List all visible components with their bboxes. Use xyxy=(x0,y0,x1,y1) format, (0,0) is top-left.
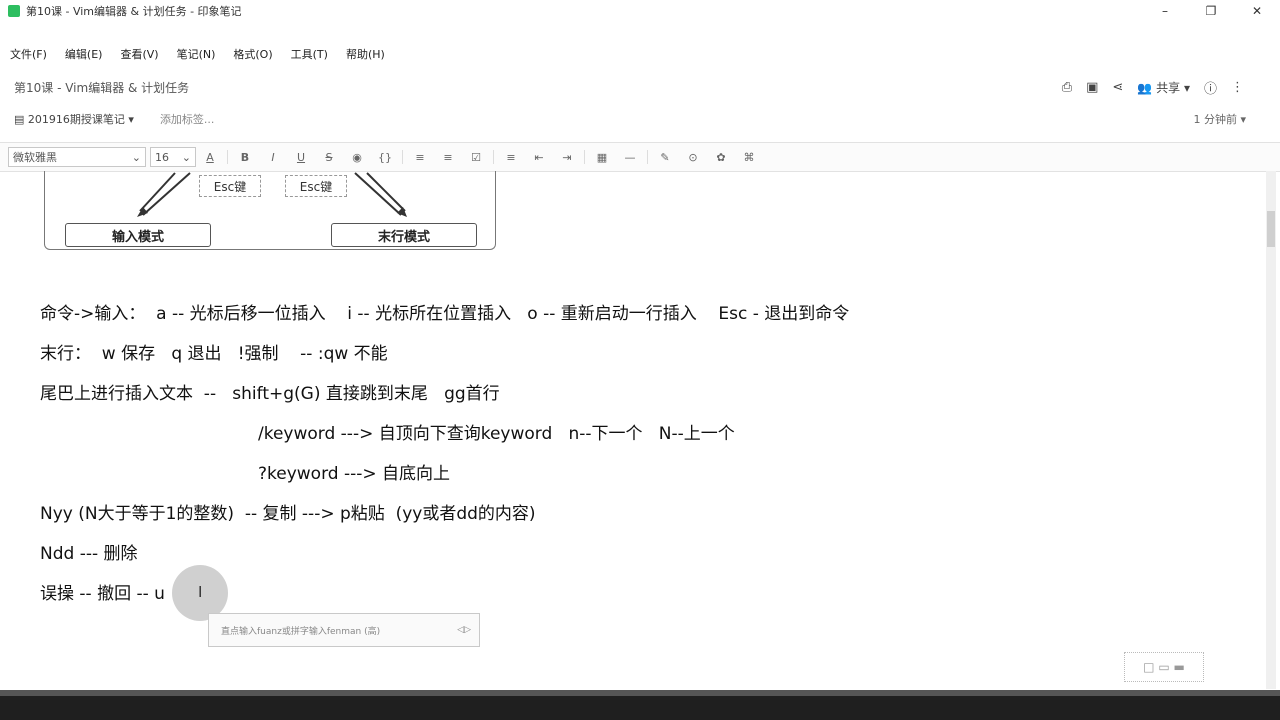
outdent-icon[interactable]: ⇤ xyxy=(525,151,553,164)
toolbar-divider xyxy=(584,150,585,164)
note-line-search-backward: ?keyword ---> 自底向上 xyxy=(258,464,451,484)
note-actions: ⎙ ▣ ⋖ 👥 共享 ▾ ⓘ ⋮ xyxy=(1062,72,1244,102)
esc-key-label-right: Esc键 xyxy=(285,175,347,197)
notebook-selector[interactable]: ▤ 201916期授课笔记 ▾ xyxy=(0,111,134,127)
input-mode-box: 输入模式 xyxy=(65,223,211,247)
bullet-list-icon[interactable]: ≡ xyxy=(406,151,434,164)
ime-hint-text: 直点输入fuanz或拼字输入fenman (高) xyxy=(221,626,381,637)
toolbar-divider xyxy=(647,150,648,164)
arrowhead-lastline xyxy=(397,207,407,217)
toolbar-divider xyxy=(493,150,494,164)
taskbar xyxy=(0,690,1280,720)
menu-tools[interactable]: 工具(T) xyxy=(282,46,337,62)
horizontal-rule-icon[interactable]: — xyxy=(616,151,644,164)
watermark-stamp: □ ▭ ▬ xyxy=(1124,652,1204,682)
bold-button[interactable]: B xyxy=(231,151,259,164)
taskbar-strip xyxy=(0,690,1280,696)
note-line-copy-paste: Nyy (N大于等于1的整数) -- 复制 ---> p粘贴 (yy或者dd的内… xyxy=(40,504,536,524)
encrypt-icon[interactable]: ⊙ xyxy=(679,151,707,164)
tag-bar: ▤ 201916期授课笔记 ▾ 添加标签... 1 分钟前 ▾ xyxy=(0,108,1280,130)
window-title: 第10课 - Vim编辑器 & 计划任务 - 印象笔记 xyxy=(26,5,242,18)
arrowhead-input xyxy=(137,207,148,217)
format-toolbar: 微软雅黑 ⌄ 16 ⌄ A B I U S ◉ {} ≡ ≡ ☑ ≡ ⇤ ⇥ ▦… xyxy=(0,142,1280,172)
checkbox-icon[interactable]: ☑ xyxy=(462,151,490,164)
note-title[interactable]: 第10课 - Vim编辑器 & 计划任务 xyxy=(0,79,189,96)
menu-note[interactable]: 笔记(N) xyxy=(168,46,225,62)
chevron-down-icon: ⌄ xyxy=(131,150,141,164)
arrow-to-lastline-right xyxy=(366,172,406,212)
evernote-app-icon xyxy=(8,5,20,17)
info-icon[interactable]: ⓘ xyxy=(1204,78,1217,97)
arrow-to-lastline-left xyxy=(354,172,402,216)
add-tag-input[interactable]: 添加标签... xyxy=(160,111,215,127)
highlight-icon[interactable]: ◉ xyxy=(343,151,371,164)
font-family-select[interactable]: 微软雅黑 ⌄ xyxy=(8,147,146,167)
menu-edit[interactable]: 编辑(E) xyxy=(56,46,112,62)
note-line-delete: Ndd --- 删除 xyxy=(40,544,138,564)
menu-bar: 文件(F) 编辑(E) 查看(V) 笔记(N) 格式(O) 工具(T) 帮助(H… xyxy=(0,44,1280,64)
note-line-search-forward: /keyword ---> 自顶向下查询keyword n--下一个 N--上一… xyxy=(258,424,735,444)
font-size-select[interactable]: 16 ⌄ xyxy=(150,147,196,167)
title-bar: 第10课 - Vim编辑器 & 计划任务 - 印象笔记 – ❐ ✕ xyxy=(0,0,1280,22)
last-edit-time[interactable]: 1 分钟前 ▾ xyxy=(1193,111,1246,127)
italic-button[interactable]: I xyxy=(259,151,287,164)
align-icon[interactable]: ≡ xyxy=(497,151,525,164)
share-label: 共享 xyxy=(1156,80,1181,95)
note-line-command-to-insert: 命令->输入： a -- 光标后移一位插入 i -- 光标所在位置插入 o --… xyxy=(40,304,850,324)
font-family-value: 微软雅黑 xyxy=(13,151,57,164)
note-line-lastline: 末行： w 保存 q 退出 !强制 -- :qw 不能 xyxy=(40,344,388,364)
ime-candidate-box[interactable]: 直点输入fuanz或拼字输入fenman (高) ◁▷ xyxy=(208,613,480,647)
scrollbar-thumb[interactable] xyxy=(1267,211,1275,247)
strikethrough-button[interactable]: S xyxy=(315,151,343,164)
text-cursor-icon: I xyxy=(198,583,203,601)
last-edit-time-text: 1 分钟前 xyxy=(1193,113,1237,126)
close-button[interactable]: ✕ xyxy=(1234,0,1280,22)
menu-file[interactable]: 文件(F) xyxy=(0,46,56,62)
arrow-to-input-left xyxy=(142,172,191,216)
window-controls: – ❐ ✕ xyxy=(1142,0,1280,22)
toolbar-divider xyxy=(227,150,228,164)
note-body[interactable]: Esc键 Esc键 输入模式 末行模式 命令->输入： a -- 光标后移一位插… xyxy=(0,171,1260,689)
share-button[interactable]: 👥 共享 ▾ xyxy=(1137,79,1190,96)
menu-help[interactable]: 帮助(H) xyxy=(337,46,394,62)
attachment-icon[interactable]: ✎ xyxy=(651,151,679,164)
chevron-down-icon: ⌄ xyxy=(181,150,191,164)
note-header: 第10课 - Vim编辑器 & 计划任务 ⎙ ▣ ⋖ 👥 共享 ▾ ⓘ ⋮ xyxy=(0,72,1280,102)
toolbar-divider xyxy=(402,150,403,164)
vim-mode-diagram: Esc键 Esc键 输入模式 末行模式 xyxy=(44,171,496,250)
numbered-list-icon[interactable]: ≡ xyxy=(434,151,462,164)
present-icon[interactable]: ▣ xyxy=(1086,80,1098,95)
maximize-button[interactable]: ❐ xyxy=(1188,0,1234,22)
note-line-undo: 误操 -- 撤回 -- u xyxy=(40,584,165,604)
notebook-name: 201916期授课笔记 xyxy=(27,113,125,126)
minimize-button[interactable]: – xyxy=(1142,0,1188,22)
underline-button[interactable]: U xyxy=(287,151,315,164)
code-block-icon[interactable]: {} xyxy=(371,151,399,164)
esc-key-label-left: Esc键 xyxy=(199,175,261,197)
vertical-scrollbar[interactable] xyxy=(1266,171,1276,689)
notebook-icon: ▤ xyxy=(14,113,25,126)
more-format-icon[interactable]: ⌘ xyxy=(735,151,763,164)
chevron-down-icon: ▾ xyxy=(1183,80,1190,95)
menu-view[interactable]: 查看(V) xyxy=(111,46,167,62)
chevron-down-icon: ▾ xyxy=(128,113,134,126)
people-icon: 👥 xyxy=(1137,80,1153,95)
handwriting-icon[interactable]: ✿ xyxy=(707,151,735,164)
share-network-icon[interactable]: ⋖ xyxy=(1112,80,1123,95)
lastline-mode-box: 末行模式 xyxy=(331,223,477,247)
table-icon[interactable]: ▦ xyxy=(588,151,616,164)
font-color-button[interactable]: A xyxy=(196,151,224,164)
indent-icon[interactable]: ⇥ xyxy=(553,151,581,164)
font-size-value: 16 xyxy=(155,150,169,164)
print-icon[interactable]: ⎙ xyxy=(1062,80,1072,95)
more-icon[interactable]: ⋮ xyxy=(1231,80,1244,95)
note-line-append: 尾巴上进行插入文本 -- shift+g(G) 直接跳到末尾 gg首行 xyxy=(40,384,500,404)
menu-format[interactable]: 格式(O) xyxy=(224,46,281,62)
ime-nav-icon[interactable]: ◁▷ xyxy=(457,625,471,635)
